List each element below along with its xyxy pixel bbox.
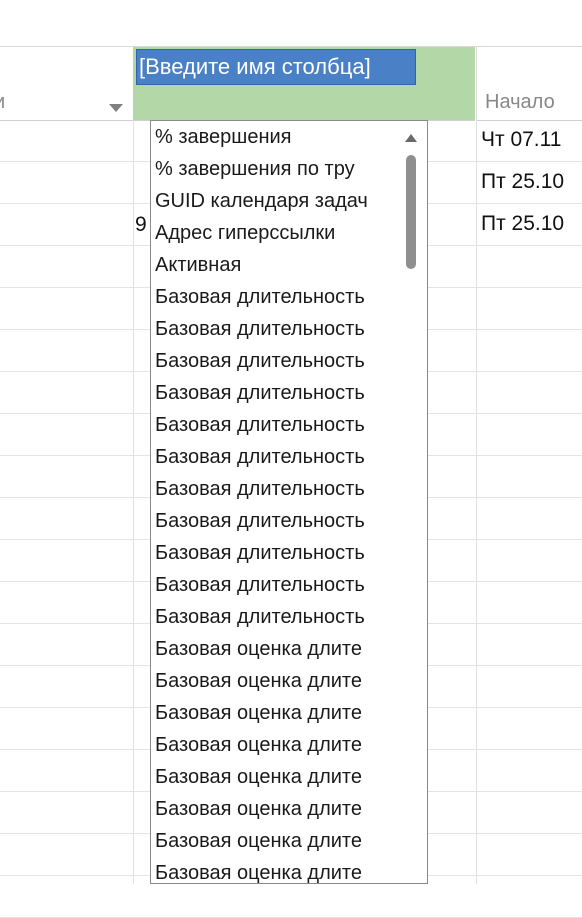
list-item[interactable]: Базовая оценка длите: [151, 697, 395, 729]
list-item[interactable]: Базовая длительность: [151, 409, 395, 441]
list-item[interactable]: Базовая длительность: [151, 601, 395, 633]
start-date-cell[interactable]: Пт 25.10: [481, 170, 564, 194]
list-item[interactable]: Базовая длительность: [151, 537, 395, 569]
list-item[interactable]: Базовая длительность: [151, 569, 395, 601]
list-item[interactable]: Базовая длительность: [151, 473, 395, 505]
list-item[interactable]: % завершения: [151, 121, 395, 153]
column-header-start[interactable]: Начало: [476, 47, 582, 121]
chevron-down-icon[interactable]: [109, 104, 123, 112]
list-item[interactable]: Базовая оценка длите: [151, 729, 395, 761]
field-list: % завершения% завершения по тру GUID кале…: [151, 121, 427, 883]
list-item[interactable]: Базовая длительность: [151, 345, 395, 377]
list-item[interactable]: % завершения по тру: [151, 153, 395, 185]
list-item[interactable]: Базовая длительность: [151, 441, 395, 473]
column-header-names-label: и: [0, 91, 5, 114]
list-item[interactable]: Базовая длительность: [151, 377, 395, 409]
field-list-scrollbar[interactable]: [395, 121, 427, 883]
list-item[interactable]: Базовая длительность: [151, 313, 395, 345]
scroll-thumb[interactable]: [406, 155, 416, 269]
top-toolbar-area: [0, 0, 582, 47]
list-item[interactable]: Базовая оценка длите: [151, 665, 395, 697]
list-item[interactable]: Базовая оценка длите: [151, 857, 395, 883]
column-header-names[interactable]: и: [0, 47, 134, 121]
column-header-start-label: Начало: [485, 91, 555, 113]
list-item[interactable]: Базовая оценка длите: [151, 633, 395, 665]
list-item[interactable]: Базовая длительность: [151, 281, 395, 313]
list-item[interactable]: Базовая оценка длите: [151, 761, 395, 793]
start-date-cell[interactable]: Пт 25.10: [481, 212, 564, 236]
list-item[interactable]: Адрес гиперссылки: [151, 217, 395, 249]
list-item[interactable]: Базовая длительность: [151, 505, 395, 537]
field-list-dropdown[interactable]: % завершения% завершения по тру GUID кале…: [150, 120, 428, 884]
partial-cell-value: 9: [135, 213, 147, 236]
list-item[interactable]: Активная: [151, 249, 395, 281]
new-column-name-input[interactable]: [Введите имя столбца]: [136, 49, 416, 85]
list-item[interactable]: Базовая оценка длите: [151, 793, 395, 825]
start-date-cell[interactable]: Чт 07.11: [481, 128, 561, 152]
list-item[interactable]: Базовая оценка длите: [151, 825, 395, 857]
list-item[interactable]: GUID календаря задач: [151, 185, 395, 217]
scroll-up-arrow-icon[interactable]: [405, 134, 417, 142]
